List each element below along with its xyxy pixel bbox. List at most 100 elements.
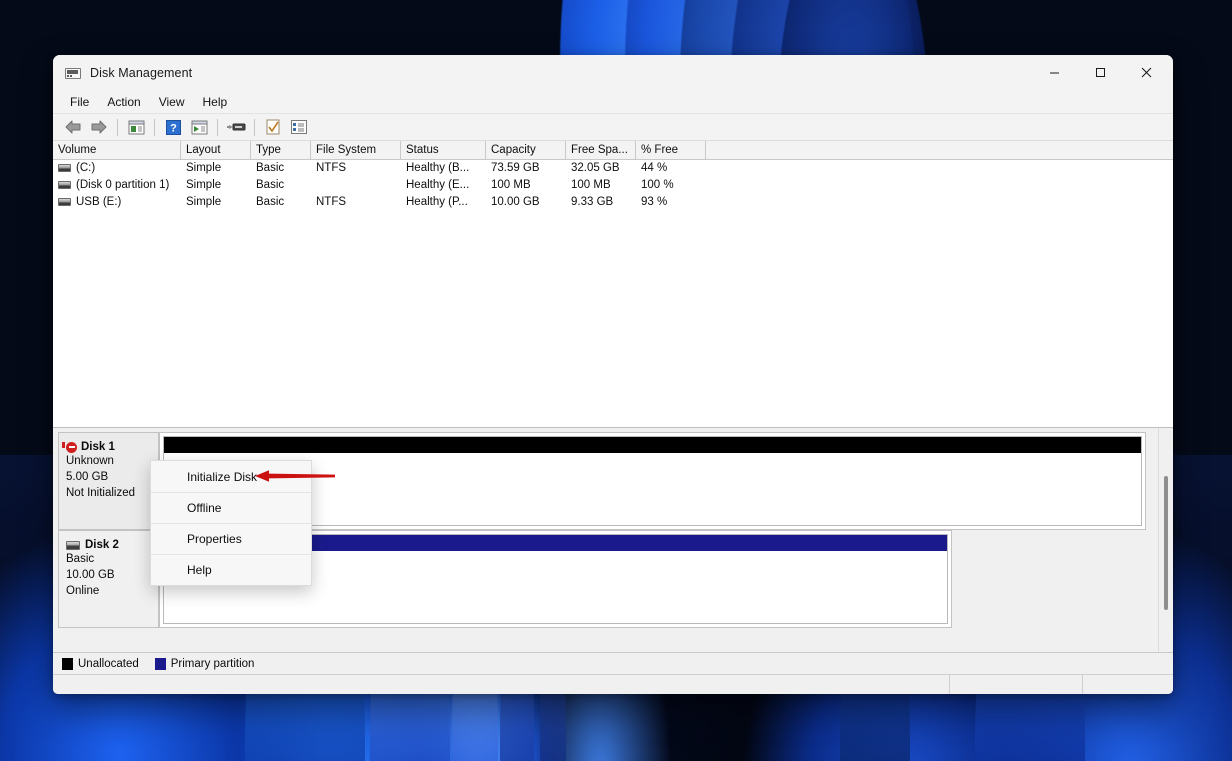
rescan-disks-icon[interactable]: [223, 116, 249, 139]
column-header-status[interactable]: Status: [401, 141, 486, 159]
disk-2-name: Disk 2: [85, 539, 119, 551]
column-header-type[interactable]: Type: [251, 141, 311, 159]
menu-view[interactable]: View: [150, 93, 194, 112]
properties-icon[interactable]: [260, 116, 286, 139]
disk-1-name: Disk 1: [81, 441, 115, 453]
context-menu-item-properties[interactable]: Properties: [151, 523, 311, 554]
disk-info-disk-1[interactable]: Disk 1 Unknown 5.00 GB Not Initialized: [58, 432, 159, 530]
cell-capacity: 100 MB: [491, 179, 531, 191]
toolbar-separator: [154, 118, 155, 136]
toolbar: ?: [53, 114, 1173, 141]
cell-type: Basic: [256, 162, 285, 174]
list-view-icon[interactable]: [286, 116, 312, 139]
annotation-arrow-icon: [255, 470, 335, 482]
cell-percent-free: 44 %: [641, 162, 668, 174]
cell-file-system: NTFS: [316, 196, 347, 208]
maximize-button[interactable]: [1077, 55, 1123, 91]
minimize-button[interactable]: [1031, 55, 1077, 91]
disk-1-status: Not Initialized: [66, 487, 136, 499]
menu-action[interactable]: Action: [98, 93, 149, 112]
disk-2-title-row: Disk 2: [66, 539, 158, 551]
legend-swatch-unallocated: [62, 657, 73, 670]
volume-drive-icon: [58, 197, 71, 206]
cell-free-space: 32.05 GB: [571, 162, 620, 174]
cell-volume-label: USB (E:): [76, 196, 122, 208]
cell-free-space: 100 MB: [571, 179, 611, 191]
legend-swatch-primary: [154, 657, 166, 670]
cell-status: Healthy (B...: [406, 162, 470, 174]
cell-percent-free: 93 %: [641, 196, 668, 208]
menu-bar: File Action View Help: [53, 91, 1173, 114]
menu-file[interactable]: File: [61, 93, 98, 112]
disk-error-icon: [62, 441, 77, 453]
show-hide-action-pane-icon[interactable]: [186, 116, 212, 139]
context-menu-item-help[interactable]: Help: [151, 554, 311, 585]
volume-table-header: Volume Layout Type File System Status Ca…: [53, 141, 1173, 160]
column-header-free-space[interactable]: Free Spa...: [566, 141, 636, 159]
table-row[interactable]: (Disk 0 partition 1) Simple Basic Health…: [53, 177, 1173, 194]
desktop-background: Disk Management File Action View Help ? …: [0, 0, 1232, 761]
toolbar-separator: [254, 118, 255, 136]
column-header-spacer[interactable]: [706, 141, 1133, 159]
disk-1-partition-size: [164, 453, 1141, 457]
disk-management-window: Disk Management File Action View Help ? …: [53, 55, 1173, 694]
status-cell-1: [53, 675, 950, 694]
cell-status: Healthy (P...: [406, 196, 468, 208]
status-cell-2: [950, 675, 1083, 694]
legend-label-primary-partition: Primary partition: [170, 657, 255, 670]
column-header-layout[interactable]: Layout: [181, 141, 251, 159]
disk-2-size: 10.00 GB: [66, 569, 115, 581]
disk-1-type: Unknown: [66, 455, 114, 467]
legend-item-primary-partition: Primary partition: [154, 657, 265, 670]
context-menu-item-offline[interactable]: Offline: [151, 492, 311, 523]
disk-drive-icon: [66, 540, 80, 550]
volume-drive-icon: [58, 163, 71, 172]
table-row[interactable]: (C:) Simple Basic NTFS Healthy (B... 73.…: [53, 160, 1173, 177]
column-header-file-system[interactable]: File System: [311, 141, 401, 159]
forward-arrow-icon[interactable]: [86, 116, 112, 139]
cell-type: Basic: [256, 179, 285, 191]
toolbar-separator: [117, 118, 118, 136]
disk-1-title-row: Disk 1: [62, 441, 158, 453]
cell-volume: (Disk 0 partition 1): [53, 177, 181, 194]
column-header-capacity[interactable]: Capacity: [486, 141, 566, 159]
volume-drive-icon: [58, 180, 71, 189]
cell-layout: Simple: [186, 179, 222, 191]
legend-item-unallocated: Unallocated: [62, 657, 149, 670]
disk-pane-scrollbar-thumb[interactable]: [1164, 476, 1168, 610]
unallocated-bar: [164, 437, 1141, 453]
toolbar-separator: [217, 118, 218, 136]
column-header-percent-free[interactable]: % Free: [636, 141, 706, 159]
cell-capacity: 73.59 GB: [491, 162, 540, 174]
column-header-volume[interactable]: Volume: [53, 141, 181, 159]
cell-capacity: 10.00 GB: [491, 196, 540, 208]
cell-volume-label: (C:): [76, 162, 96, 174]
help-icon[interactable]: ?: [160, 116, 186, 139]
cell-volume-label: (Disk 0 partition 1): [76, 179, 170, 191]
table-row[interactable]: USB (E:) Simple Basic NTFS Healthy (P...…: [53, 194, 1173, 211]
cell-volume: USB (E:): [53, 194, 181, 211]
menu-help[interactable]: Help: [194, 93, 237, 112]
cell-status: Healthy (E...: [406, 179, 470, 191]
disk-2-type: Basic: [66, 553, 95, 565]
status-bar: [53, 674, 1173, 694]
back-arrow-icon[interactable]: [60, 116, 86, 139]
volume-table-body: (C:) Simple Basic NTFS Healthy (B... 73.…: [53, 160, 1173, 427]
cell-percent-free: 100 %: [641, 179, 674, 191]
disk-1-size: 5.00 GB: [66, 471, 109, 483]
disk-info-disk-2[interactable]: Disk 2 Basic 10.00 GB Online: [58, 530, 159, 628]
disk-drive-icon: [65, 65, 81, 81]
disk-pane-scrollbar[interactable]: [1158, 428, 1173, 652]
disk-2-status: Online: [66, 585, 100, 597]
cell-type: Basic: [256, 196, 285, 208]
volume-list-pane: Volume Layout Type File System Status Ca…: [53, 141, 1173, 428]
close-button[interactable]: [1123, 55, 1169, 91]
cell-free-space: 9.33 GB: [571, 196, 614, 208]
legend-bar: Unallocated Primary partition: [53, 652, 1173, 674]
status-cell-3: [1083, 675, 1173, 694]
cell-volume: (C:): [53, 160, 181, 177]
cell-file-system: NTFS: [316, 162, 347, 174]
legend-label-unallocated: Unallocated: [78, 657, 139, 670]
cell-layout: Simple: [186, 196, 222, 208]
show-hide-console-tree-icon[interactable]: [123, 116, 149, 139]
